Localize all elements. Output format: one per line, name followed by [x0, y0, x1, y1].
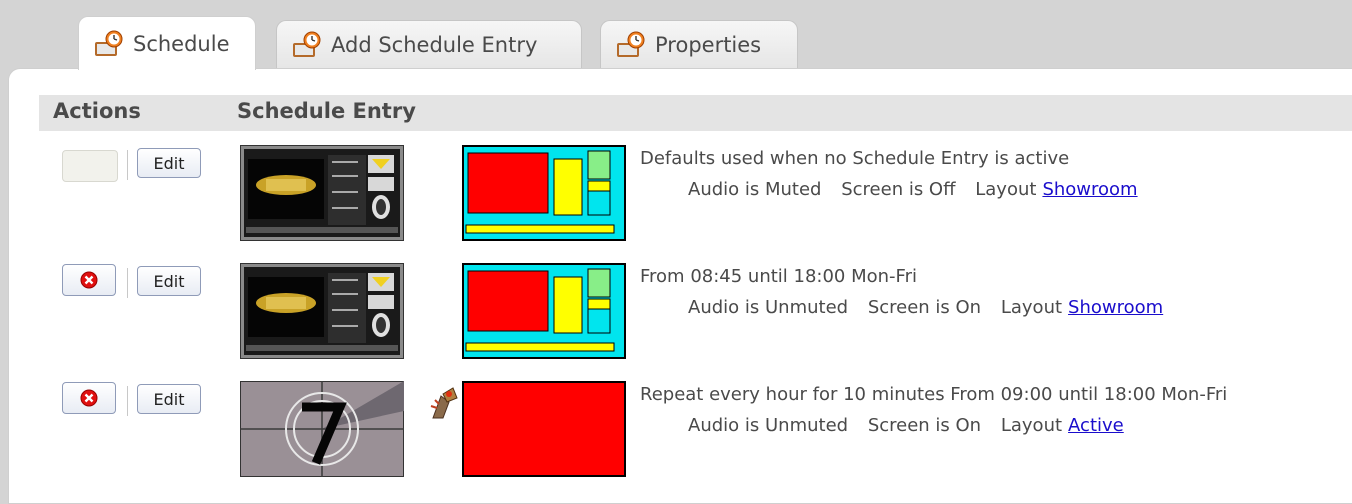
- tab-schedule-label: Schedule: [133, 31, 230, 56]
- layout-link[interactable]: Showroom: [1068, 297, 1163, 318]
- edit-button[interactable]: Edit: [137, 384, 201, 414]
- tab-schedule[interactable]: Schedule: [78, 16, 256, 70]
- clock-schedule-icon: [617, 31, 645, 57]
- action-separator: [127, 150, 128, 180]
- edit-button[interactable]: Edit: [137, 148, 201, 178]
- audio-status: Audio is Unmuted: [688, 297, 849, 318]
- schedule-panel: Actions Schedule Entry Edit Defaults use…: [8, 68, 1352, 504]
- delete-placeholder: [62, 150, 118, 182]
- layout-link[interactable]: Active: [1068, 415, 1124, 436]
- audio-status: Audio is Muted: [688, 179, 822, 200]
- showroom-layout-preview[interactable]: [462, 263, 626, 359]
- entry-details: Audio is Muted Screen is Off Layout Showr…: [640, 179, 1138, 200]
- delete-button[interactable]: [62, 264, 116, 296]
- showroom-layout-preview[interactable]: [462, 145, 626, 241]
- header-schedule-entry: Schedule Entry: [237, 99, 416, 123]
- screen-status: Screen is On: [867, 297, 982, 318]
- tab-add-schedule-entry-label: Add Schedule Entry: [331, 32, 538, 57]
- header-actions: Actions: [53, 99, 141, 123]
- layout-prefix: Layout: [1000, 297, 1063, 318]
- broken-image-icon: [430, 387, 458, 419]
- schedule-window: Schedule Add Schedule Entry Properties A…: [0, 0, 1352, 504]
- clock-schedule-icon: [95, 30, 123, 56]
- showroom-video-thumbnail[interactable]: [240, 145, 404, 241]
- delete-x-icon: [80, 389, 98, 407]
- action-separator: [127, 386, 128, 416]
- edit-button[interactable]: Edit: [137, 266, 201, 296]
- entry-details: Audio is Unmuted Screen is On Layout Acti…: [640, 415, 1227, 436]
- layout-link[interactable]: Showroom: [1042, 179, 1137, 200]
- action-separator: [127, 268, 128, 298]
- delete-x-icon: [80, 271, 98, 289]
- entry-details: Audio is Unmuted Screen is On Layout Show…: [640, 297, 1163, 318]
- table-row: Edit: [9, 260, 1352, 376]
- audio-status: Audio is Unmuted: [688, 415, 849, 436]
- tab-properties[interactable]: Properties: [600, 20, 798, 68]
- delete-button[interactable]: [62, 382, 116, 414]
- entry-title: From 08:45 until 18:00 Mon-Fri: [640, 266, 917, 287]
- showroom-video-thumbnail[interactable]: [240, 263, 404, 359]
- entry-title: Defaults used when no Schedule Entry is …: [640, 148, 1070, 169]
- clock-schedule-icon: [293, 31, 321, 57]
- screen-status: Screen is On: [867, 415, 982, 436]
- table-header: Actions Schedule Entry: [39, 95, 1352, 131]
- entry-description: From 08:45 until 18:00 Mon-Fri Audio is …: [640, 266, 1163, 318]
- table-row: Edit: [9, 142, 1352, 258]
- screen-status: Screen is Off: [841, 179, 956, 200]
- countdown-leader-thumbnail[interactable]: [240, 381, 404, 477]
- tab-add-schedule-entry[interactable]: Add Schedule Entry: [276, 20, 582, 68]
- entry-description: Defaults used when no Schedule Entry is …: [640, 148, 1138, 200]
- layout-prefix: Layout: [1000, 415, 1063, 436]
- entry-description: Repeat every hour for 10 minutes From 09…: [640, 384, 1227, 436]
- tab-properties-label: Properties: [655, 32, 762, 57]
- table-row: Edit Repeat every hour for 10 minutes Fr…: [9, 378, 1352, 494]
- layout-prefix: Layout: [975, 179, 1037, 200]
- active-layout-preview[interactable]: [462, 381, 626, 477]
- entry-title: Repeat every hour for 10 minutes From 09…: [640, 384, 1228, 405]
